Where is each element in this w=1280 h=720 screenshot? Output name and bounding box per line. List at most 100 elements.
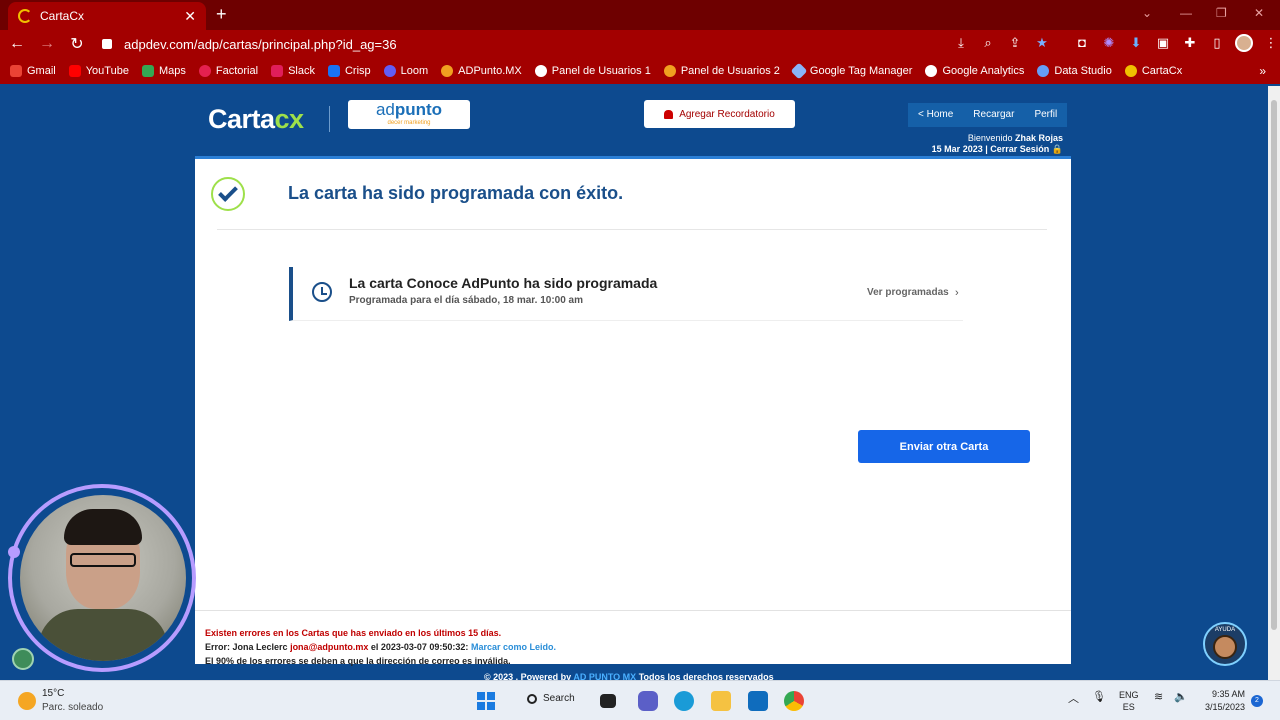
zoom-icon[interactable]: ⌕ bbox=[979, 34, 997, 52]
schedule-title: La carta Conoce AdPunto ha sido programa… bbox=[349, 275, 658, 291]
bookmark-icon bbox=[1124, 65, 1137, 77]
loom-extension-icon[interactable]: ✺ bbox=[1100, 34, 1118, 52]
close-window-icon[interactable]: ✕ bbox=[1254, 6, 1264, 20]
file-explorer-icon[interactable] bbox=[711, 691, 731, 711]
show-hidden-icons-icon[interactable]: ︿ bbox=[1068, 690, 1079, 706]
scrollbar-thumb[interactable] bbox=[1271, 100, 1277, 630]
lang-bottom: ES bbox=[1122, 702, 1135, 712]
bookmark-label: Google Analytics bbox=[942, 65, 1025, 77]
back-icon[interactable]: ← bbox=[4, 35, 30, 53]
nav-reload[interactable]: Recargar bbox=[963, 103, 1024, 127]
weather-description[interactable]: Parc. soleado bbox=[42, 702, 103, 713]
bookmark-item[interactable]: Crisp bbox=[327, 65, 371, 77]
lock-icon bbox=[102, 39, 112, 49]
system-clock[interactable]: 9:35 AM 3/15/2023 bbox=[1200, 688, 1245, 714]
clock-date: 3/15/2023 bbox=[1204, 702, 1245, 712]
bookmark-item[interactable]: Slack bbox=[271, 65, 315, 77]
bookmark-star-icon[interactable]: ★ bbox=[1033, 34, 1051, 52]
footer-link[interactable]: AD PUNTO MX bbox=[573, 672, 636, 680]
reload-icon[interactable]: ↻ bbox=[64, 34, 90, 54]
bookmark-item[interactable]: CartaCx bbox=[1124, 65, 1182, 77]
teams-chat-icon[interactable] bbox=[638, 691, 658, 711]
extensions-puzzle-icon[interactable]: ✚ bbox=[1181, 34, 1199, 52]
bookmark-item[interactable]: Factorial bbox=[198, 65, 258, 77]
language-indicator[interactable]: ENG ES bbox=[1119, 689, 1139, 713]
tab-search-icon[interactable]: ⌄ bbox=[1142, 6, 1152, 20]
bookmark-item[interactable]: Google Analytics bbox=[925, 65, 1024, 77]
browser-tab[interactable]: CartaCx ✕ bbox=[8, 2, 206, 30]
webcam-handle[interactable] bbox=[8, 546, 20, 558]
side-panel-icon[interactable]: ▯ bbox=[1208, 34, 1226, 52]
bell-icon bbox=[664, 109, 674, 119]
close-tab-icon[interactable]: ✕ bbox=[184, 8, 196, 25]
bookmark-item[interactable]: Loom bbox=[383, 65, 428, 77]
clock-icon bbox=[312, 282, 332, 302]
send-another-button[interactable]: Enviar otra Carta bbox=[858, 430, 1030, 463]
search-label: Search bbox=[543, 693, 575, 704]
search-icon bbox=[527, 693, 537, 704]
taskbar-search[interactable]: Search bbox=[527, 693, 575, 704]
translate-extension-icon[interactable]: ▣ bbox=[1154, 34, 1172, 52]
page-scrollbar[interactable] bbox=[1268, 86, 1280, 680]
weather-sun-icon[interactable] bbox=[18, 692, 36, 710]
nav-profile[interactable]: Perfil bbox=[1024, 103, 1067, 127]
share-icon[interactable]: ⇪ bbox=[1006, 34, 1024, 52]
install-icon[interactable]: ⤓ bbox=[952, 34, 970, 52]
minimize-icon[interactable]: — bbox=[1180, 6, 1192, 20]
mail-icon[interactable] bbox=[748, 691, 768, 711]
partner-tagline: decer marketing bbox=[387, 120, 431, 126]
windows-start-icon[interactable] bbox=[477, 692, 495, 710]
bookmark-item[interactable]: YouTube bbox=[68, 65, 129, 77]
volume-icon[interactable]: 🔈 bbox=[1174, 690, 1188, 703]
weather-temp[interactable]: 15°C bbox=[42, 688, 64, 699]
bookmark-item[interactable]: Gmail bbox=[10, 65, 56, 77]
task-view-icon[interactable] bbox=[600, 694, 616, 708]
bookmarks-overflow-icon[interactable]: » bbox=[1259, 64, 1266, 78]
footer-prefix: © 2023 . Powered by bbox=[484, 672, 572, 680]
webcam-control-icon[interactable] bbox=[12, 648, 34, 670]
download-extension-icon[interactable]: ⬇ bbox=[1127, 34, 1145, 52]
bookmark-item[interactable]: ADPunto.MX bbox=[441, 65, 522, 77]
footer-suffix: Todos los derechos reservados bbox=[638, 672, 774, 680]
chrome-icon[interactable] bbox=[784, 691, 804, 711]
bookmark-label: Google Tag Manager bbox=[809, 65, 913, 77]
menu-dots-icon[interactable]: ⋮ bbox=[1262, 34, 1280, 52]
notification-badge[interactable]: 2 bbox=[1251, 695, 1263, 707]
error-time: el 2023-03-07 09:50:32: bbox=[370, 642, 469, 652]
bookmark-item[interactable]: Maps bbox=[141, 65, 186, 77]
microphone-icon[interactable]: 🎙 bbox=[1092, 690, 1106, 703]
help-widget-button[interactable]: AYUDA bbox=[1203, 622, 1247, 666]
bookmark-label: Panel de Usuarios 1 bbox=[551, 65, 651, 77]
bookmark-item[interactable]: Data Studio bbox=[1037, 65, 1112, 77]
bookmark-item[interactable]: Google Tag Manager bbox=[790, 62, 913, 80]
view-scheduled-link[interactable]: Ver programadas bbox=[867, 287, 949, 298]
restore-icon[interactable]: ❐ bbox=[1216, 6, 1227, 20]
bookmark-label: Crisp bbox=[344, 65, 371, 77]
camera-extension-icon[interactable]: ◘ bbox=[1073, 34, 1091, 52]
logout-link[interactable]: 15 Mar 2023 | Cerrar Sesión bbox=[932, 144, 1050, 154]
webcam-bubble[interactable] bbox=[20, 495, 186, 661]
forward-icon[interactable]: → bbox=[34, 35, 60, 53]
address-bar[interactable]: adpdev.com/adp/cartas/principal.php?id_a… bbox=[90, 32, 950, 56]
wifi-icon[interactable]: ≋ bbox=[1154, 690, 1163, 703]
bookmark-item[interactable]: Panel de Usuarios 2 bbox=[663, 65, 780, 77]
add-reminder-button[interactable]: Agregar Recordatorio bbox=[644, 100, 795, 128]
error-email: jona@adpunto.mx bbox=[290, 642, 369, 652]
logo-divider bbox=[329, 106, 330, 132]
error-recipient: Error: Jona Leclerc bbox=[205, 642, 288, 652]
bookmark-icon bbox=[925, 65, 938, 77]
chevron-right-icon[interactable]: › bbox=[955, 287, 959, 299]
bookmark-item[interactable]: Panel de Usuarios 1 bbox=[534, 65, 651, 77]
nav-home[interactable]: < Home bbox=[908, 103, 963, 127]
toolbar-icons: ⤓ ⌕ ⇪ ★ ◘ ✺ ⬇ ▣ ✚ ▯ ⋮ bbox=[952, 34, 1280, 52]
new-tab-icon[interactable]: + bbox=[216, 4, 227, 25]
bookmark-icon bbox=[1037, 65, 1050, 77]
partner-name-bold: punto bbox=[394, 100, 443, 119]
profile-avatar[interactable] bbox=[1235, 34, 1253, 52]
edge-browser-icon[interactable] bbox=[674, 691, 694, 711]
bookmark-icon bbox=[663, 65, 676, 77]
bookmark-icon bbox=[534, 65, 547, 77]
mark-read-link[interactable]: Marcar como Leido. bbox=[471, 642, 556, 652]
partner-name-light: ad bbox=[375, 100, 395, 119]
